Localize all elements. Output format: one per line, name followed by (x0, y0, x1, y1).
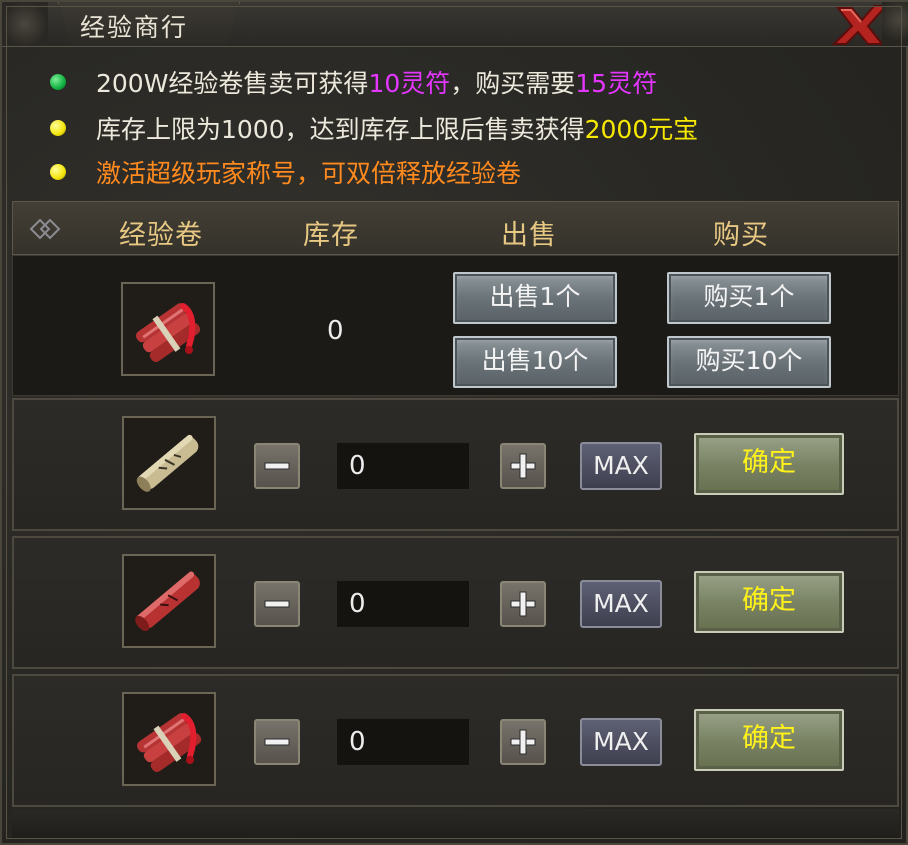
yellow-dot-icon (50, 164, 66, 180)
decrease-button[interactable] (254, 719, 300, 765)
title-bar: 经验商行 (2, 2, 908, 47)
plus-icon (510, 729, 536, 755)
buy-cost-text: 15灵符 (575, 69, 658, 98)
red-scroll-bundle-icon (135, 303, 201, 363)
item-slot[interactable] (122, 554, 216, 648)
convert-row: 0 MAX 确定 (12, 398, 899, 531)
cap-reward-text: 2000元宝 (584, 115, 699, 144)
buy-10-button[interactable]: 购买10个 (667, 336, 831, 388)
max-button[interactable]: MAX (580, 580, 662, 628)
info-text: 库存上限为1000，达到库存上限后售卖获得 (96, 115, 585, 144)
close-button[interactable] (828, 2, 890, 46)
diamond-ornament-icon (29, 218, 61, 240)
info-text: 激活超级玩家称号，可双倍释放经验卷 (96, 159, 522, 188)
plus-icon (510, 591, 536, 617)
info-text: ，购买需要 (450, 69, 576, 98)
minus-icon (264, 738, 290, 746)
corner-ornament-right (882, 2, 908, 46)
decrease-button[interactable] (254, 443, 300, 489)
minus-icon (264, 462, 290, 470)
increase-button[interactable] (500, 581, 546, 627)
item-slot[interactable] (122, 692, 216, 786)
minus-icon (264, 600, 290, 608)
item-slot[interactable] (121, 282, 215, 376)
red-scroll-icon (135, 571, 200, 632)
info-line-3: 激活超级玩家称号，可双倍释放经验卷 (96, 154, 521, 190)
header-exp-scroll: 经验卷 (119, 220, 203, 251)
sell-1-button[interactable]: 出售1个 (453, 272, 617, 324)
old-scroll-icon (136, 434, 199, 492)
red-scroll-bundle-icon (136, 713, 202, 773)
window-title: 经验商行 (80, 13, 189, 42)
header-buy: 购买 (713, 220, 769, 251)
confirm-button[interactable]: 确定 (694, 433, 844, 495)
corner-ornament-left (2, 2, 48, 46)
decrease-button[interactable] (254, 581, 300, 627)
header-stock: 库存 (303, 220, 359, 251)
header-sell: 出售 (501, 220, 557, 251)
quantity-input[interactable]: 0 (336, 580, 470, 628)
sell-10-button[interactable]: 出售10个 (453, 336, 617, 388)
max-button[interactable]: MAX (580, 718, 662, 766)
stock-row: 0 出售1个 出售10个 购买1个 购买10个 (12, 255, 899, 396)
table-header: 经验卷 库存 出售 购买 (12, 201, 899, 255)
green-dot-icon (50, 74, 66, 90)
sell-reward-text: 10灵符 (368, 69, 451, 98)
quantity-input[interactable]: 0 (336, 718, 470, 766)
info-text: 200W经验卷售卖可获得 (96, 69, 369, 98)
stock-count: 0 (327, 316, 344, 346)
confirm-button[interactable]: 确定 (694, 709, 844, 771)
info-line-2: 库存上限为1000，达到库存上限后售卖获得2000元宝 (96, 110, 698, 146)
increase-button[interactable] (500, 443, 546, 489)
close-icon (831, 5, 889, 45)
yellow-dot-icon (50, 120, 66, 136)
convert-row: 0 MAX 确定 (12, 536, 899, 669)
confirm-button[interactable]: 确定 (694, 571, 844, 633)
quantity-input[interactable]: 0 (336, 442, 470, 490)
buy-1-button[interactable]: 购买1个 (667, 272, 831, 324)
item-slot[interactable] (122, 416, 216, 510)
increase-button[interactable] (500, 719, 546, 765)
plus-icon (510, 453, 536, 479)
info-line-1: 200W经验卷售卖可获得10灵符，购买需要15灵符 (96, 64, 657, 100)
bottom-border (12, 809, 899, 839)
convert-row: 0 MAX 确定 (12, 674, 899, 807)
exp-shop-window: 经验商行 200W经验卷售卖可获得10灵符，购买需要15灵符 库存上限为1000… (0, 0, 908, 845)
max-button[interactable]: MAX (580, 442, 662, 490)
